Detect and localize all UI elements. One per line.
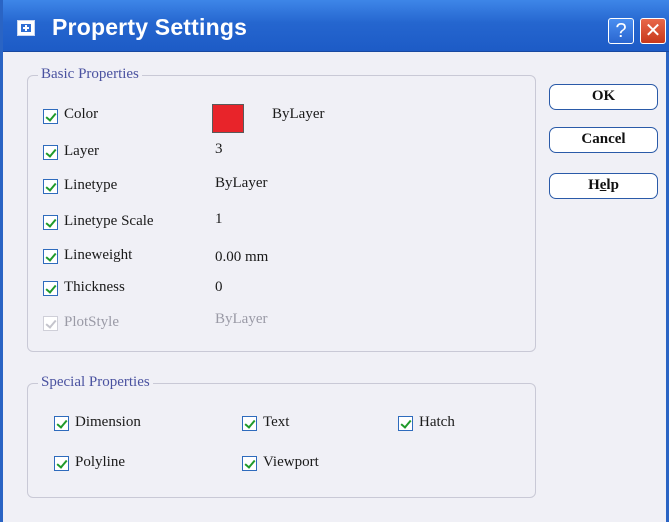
color-swatch[interactable] bbox=[212, 104, 244, 133]
linetype-scale-value: 1 bbox=[215, 211, 223, 227]
app-icon bbox=[17, 20, 35, 36]
cancel-button[interactable]: Cancel bbox=[549, 127, 658, 153]
color-value: ByLayer bbox=[272, 106, 325, 122]
help-button[interactable]: Help bbox=[549, 173, 658, 199]
lineweight-value: 0.00 mm bbox=[215, 249, 269, 265]
special-properties-group: Special Properties bbox=[27, 374, 536, 498]
thickness-value: 0 bbox=[215, 279, 223, 295]
help-button-label-end: lp bbox=[606, 177, 619, 193]
title-bar[interactable]: Property Settings ? ✕ bbox=[3, 0, 669, 52]
polyline-label: Polyline bbox=[75, 454, 126, 470]
linetype-scale-label: Linetype Scale bbox=[64, 213, 154, 229]
help-button-label-start: H bbox=[588, 177, 600, 193]
hatch-checkbox[interactable] bbox=[398, 416, 413, 431]
linetype-value: ByLayer bbox=[215, 175, 268, 191]
dimension-checkbox[interactable] bbox=[54, 416, 69, 431]
color-checkbox[interactable] bbox=[43, 109, 58, 124]
dialog-title: Property Settings bbox=[52, 14, 248, 40]
polyline-checkbox[interactable] bbox=[54, 456, 69, 471]
text-checkbox[interactable] bbox=[242, 416, 257, 431]
dimension-label: Dimension bbox=[75, 414, 141, 430]
lineweight-label: Lineweight bbox=[64, 247, 133, 263]
linetype-label: Linetype bbox=[64, 177, 118, 193]
plotstyle-label: PlotStyle bbox=[64, 314, 120, 330]
plotstyle-value: ByLayer bbox=[215, 311, 268, 327]
ok-button[interactable]: OK bbox=[549, 84, 658, 110]
property-settings-dialog: Property Settings ? ✕ Basic Properties C… bbox=[0, 0, 669, 522]
thickness-checkbox[interactable] bbox=[43, 281, 58, 296]
viewport-checkbox[interactable] bbox=[242, 456, 257, 471]
layer-label: Layer bbox=[64, 143, 99, 159]
layer-checkbox[interactable] bbox=[43, 145, 58, 160]
text-label: Text bbox=[263, 414, 290, 430]
basic-properties-title: Basic Properties bbox=[38, 66, 142, 83]
linetype-scale-checkbox[interactable] bbox=[43, 215, 58, 230]
linetype-checkbox[interactable] bbox=[43, 179, 58, 194]
viewport-label: Viewport bbox=[263, 454, 319, 470]
special-properties-title: Special Properties bbox=[38, 374, 153, 391]
lineweight-checkbox[interactable] bbox=[43, 249, 58, 264]
thickness-label: Thickness bbox=[64, 279, 125, 295]
hatch-label: Hatch bbox=[419, 414, 455, 430]
color-label: Color bbox=[64, 106, 99, 122]
close-icon[interactable]: ✕ bbox=[640, 18, 666, 44]
help-icon[interactable]: ? bbox=[608, 18, 634, 44]
plotstyle-checkbox bbox=[43, 316, 58, 331]
layer-value: 3 bbox=[215, 141, 223, 157]
